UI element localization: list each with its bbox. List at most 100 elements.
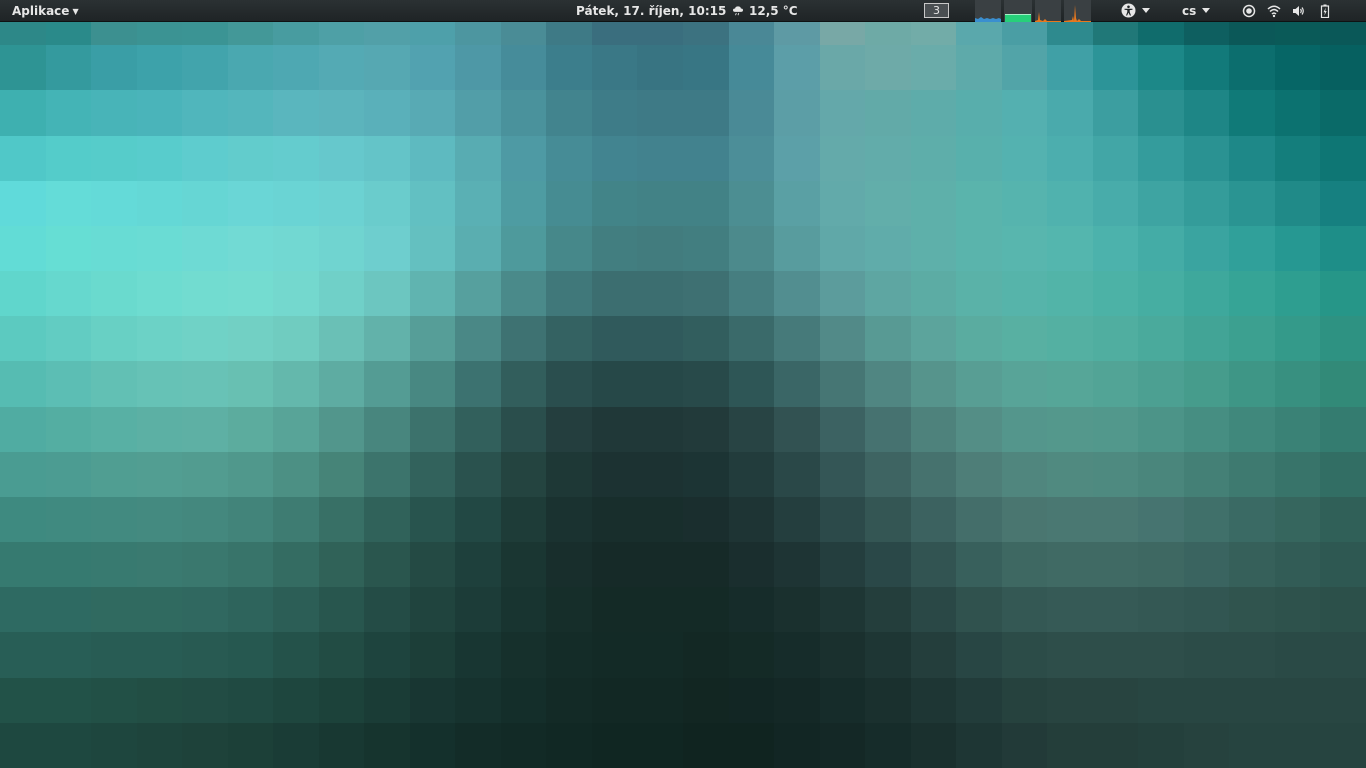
wallpaper-tile (1047, 677, 1093, 723)
wallpaper-tile (455, 135, 501, 181)
wallpaper-tile (910, 271, 957, 317)
wallpaper-tile (546, 180, 592, 226)
wallpaper-tile (1320, 135, 1366, 181)
wallpaper-tile (1183, 542, 1230, 588)
wallpaper-tile (1138, 542, 1184, 588)
system-monitor[interactable] (975, 0, 1091, 22)
wallpaper-tile (910, 632, 957, 678)
date-time-clock[interactable]: Pátek, 17. říjen, 10:15 (576, 0, 726, 22)
applications-menu-button[interactable]: Aplikace ▼ (12, 0, 79, 22)
wallpaper-tile (409, 632, 456, 678)
wallpaper-tile (455, 677, 501, 723)
wallpaper-tile (45, 225, 92, 272)
volume-icon[interactable] (1292, 4, 1306, 18)
wallpaper-tile (364, 496, 410, 543)
wallpaper-tile (1274, 361, 1321, 407)
wallpaper-tile (45, 316, 92, 362)
wallpaper-tile (637, 45, 683, 91)
wallpaper-tile (819, 361, 866, 407)
wallpaper-tile (637, 361, 683, 407)
wallpaper-tile (1229, 406, 1275, 452)
wallpaper-tile (1092, 451, 1139, 497)
wallpaper-tile (1229, 271, 1275, 317)
wallpaper-tile (1274, 587, 1321, 633)
wallpaper-tile (591, 135, 638, 181)
wallpaper-tile (1092, 361, 1139, 407)
wallpaper-tile (956, 406, 1002, 452)
wallpaper-tile (591, 496, 638, 543)
wallpaper-tile (1138, 225, 1184, 272)
wallpaper-tile (682, 225, 729, 272)
wallpaper-tile (956, 271, 1002, 317)
battery-icon[interactable] (1318, 4, 1332, 18)
wallpaper-tile (0, 496, 46, 543)
wallpaper-tile (682, 406, 729, 452)
wallpaper-tile (1047, 90, 1093, 136)
wallpaper-tile (1183, 225, 1230, 272)
wallpaper-tile (409, 271, 456, 317)
wallpaper-tile (956, 722, 1002, 768)
wallpaper-tile (1274, 406, 1321, 452)
wallpaper-tile (1092, 632, 1139, 678)
wallpaper-tile (455, 180, 501, 226)
keyboard-layout-menu[interactable]: cs (1182, 0, 1211, 22)
wifi-icon[interactable] (1267, 4, 1281, 18)
wallpaper-tile (45, 361, 92, 407)
wallpaper-tile (1001, 271, 1048, 317)
wallpaper-tile (136, 180, 183, 226)
wallpaper-tile (637, 316, 683, 362)
wallpaper-tile (728, 316, 775, 362)
chevron-down-icon: ▼ (72, 7, 79, 16)
wallpaper-tile (1138, 722, 1184, 768)
wallpaper-tile (682, 316, 729, 362)
wallpaper-tile (0, 316, 46, 362)
wallpaper-tile (500, 225, 547, 272)
wallpaper-tile (682, 677, 729, 723)
wallpaper-tile (728, 361, 775, 407)
wallpaper-tile (728, 135, 775, 181)
weather-indicator[interactable]: 12,5 °C (731, 0, 798, 22)
wallpaper-tile (91, 271, 137, 317)
wallpaper-tile (591, 90, 638, 136)
accessibility-menu[interactable] (1121, 0, 1150, 22)
wallpaper-tile (182, 587, 228, 633)
wallpaper-tile (455, 90, 501, 136)
wallpaper-tile (1183, 677, 1230, 723)
wallpaper-tile (91, 632, 137, 678)
wallpaper-tile (182, 271, 228, 317)
wallpaper-tile (1138, 180, 1184, 226)
wallpaper-tile (1047, 271, 1093, 317)
wallpaper-tile (500, 271, 547, 317)
wallpaper-tile (318, 451, 365, 497)
wallpaper-tile (227, 271, 274, 317)
wallpaper-tile (910, 542, 957, 588)
network-status-icon[interactable] (1242, 4, 1256, 18)
wallpaper-tile (1001, 632, 1048, 678)
wallpaper-tile (1183, 90, 1230, 136)
wallpaper-tile (455, 45, 501, 91)
wallpaper-tile (364, 271, 410, 317)
wallpaper-tile (637, 90, 683, 136)
wallpaper-tile (637, 542, 683, 588)
accessibility-icon (1121, 3, 1136, 18)
workspace-indicator[interactable]: 3 (924, 3, 949, 18)
wallpaper-tile (455, 406, 501, 452)
wallpaper-tile (546, 406, 592, 452)
wallpaper-tile (1001, 225, 1048, 272)
wallpaper-tile (1229, 135, 1275, 181)
wallpaper-tile (273, 587, 319, 633)
wallpaper-tile (637, 451, 683, 497)
wallpaper-tile (910, 677, 957, 723)
wallpaper-tile (318, 135, 365, 181)
wallpaper-tile (455, 316, 501, 362)
wallpaper-tile (1001, 496, 1048, 543)
wallpaper-tile (318, 496, 365, 543)
wallpaper-tile (1320, 587, 1366, 633)
wallpaper-tile (637, 722, 683, 768)
wallpaper-tile (865, 135, 911, 181)
wallpaper-tile (865, 361, 911, 407)
wallpaper-tile (819, 542, 866, 588)
wallpaper-tile (1138, 271, 1184, 317)
wallpaper-tile (1229, 722, 1275, 768)
wallpaper-tile (364, 542, 410, 588)
